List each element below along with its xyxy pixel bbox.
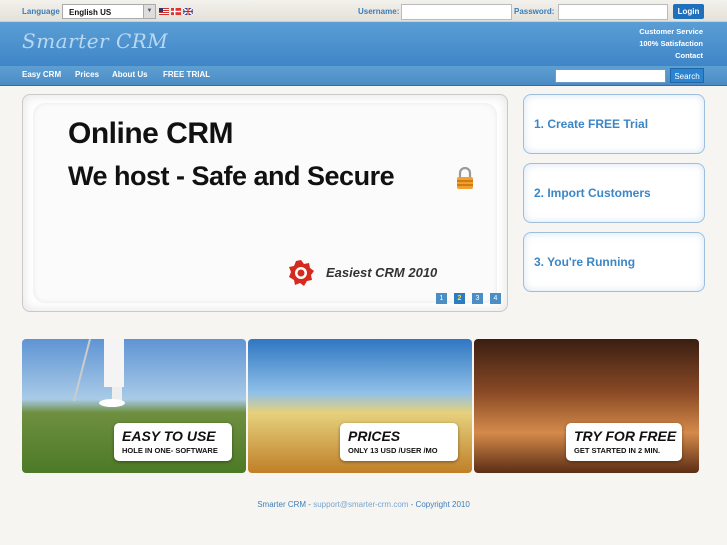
dk-flag-icon[interactable]: [171, 8, 181, 15]
lock-icon: [457, 167, 473, 189]
hero-subheadline: We host - Safe and Secure: [68, 161, 395, 191]
nav-item-about-us[interactable]: About Us: [112, 70, 148, 79]
panel-easy-to-use[interactable]: EASY TO USE HOLE IN ONE- SOFTWARE: [22, 339, 246, 473]
award-badge-icon: [289, 260, 314, 286]
hero-tagline: Easiest CRM 2010: [326, 265, 438, 280]
panel-subtitle: GET STARTED IN 2 MIN.: [574, 446, 661, 455]
hero-slider[interactable]: Online CRM We host - Safe and Secure Eas…: [22, 94, 508, 312]
contact-link[interactable]: Contact: [639, 50, 703, 62]
panel-title: PRICES: [348, 428, 401, 444]
site-footer: Smarter CRM - support@smarter-crm.com - …: [0, 500, 727, 509]
footer-brand: Smarter CRM: [257, 500, 307, 509]
step-running[interactable]: 3. You're Running: [523, 232, 705, 292]
panel-card: TRY FOR FREE GET STARTED IN 2 MIN.: [566, 423, 682, 461]
step-create-trial[interactable]: 1. Create FREE Trial: [523, 94, 705, 154]
golfer-illustration: [73, 339, 125, 407]
hero-headline: Online CRM: [68, 117, 234, 150]
nav-item-free-trial[interactable]: FREE TRIAL: [163, 70, 210, 79]
username-input[interactable]: [401, 4, 512, 20]
slider-page-4[interactable]: 4: [490, 293, 501, 304]
panel-title: EASY TO USE: [122, 428, 216, 444]
slider-page-1[interactable]: 1: [436, 293, 447, 304]
panel-card: PRICES ONLY 13 USD /USER /MO: [340, 423, 458, 461]
search-input[interactable]: [555, 69, 666, 83]
panel-subtitle: HOLE IN ONE- SOFTWARE: [122, 446, 218, 455]
slider-page-3[interactable]: 3: [472, 293, 483, 304]
language-value: English US: [69, 8, 112, 17]
uk-flag-icon[interactable]: [183, 8, 193, 15]
search-button[interactable]: Search: [670, 68, 704, 83]
step-label: 1. Create FREE Trial: [534, 117, 649, 131]
customer-service-link[interactable]: Customer Service: [639, 26, 703, 38]
language-label: Language: [22, 7, 60, 16]
footer-email-link[interactable]: support@smarter-crm.com: [313, 500, 408, 509]
chevron-down-icon[interactable]: ▼: [143, 5, 155, 18]
language-select[interactable]: English US ▼: [62, 4, 156, 19]
step-import-customers[interactable]: 2. Import Customers: [523, 163, 705, 223]
us-flag-icon[interactable]: [159, 8, 169, 15]
site-logo[interactable]: Smarter CRM: [22, 29, 168, 53]
panel-title: TRY FOR FREE: [574, 428, 677, 444]
nav-item-prices[interactable]: Prices: [75, 70, 99, 79]
slider-page-2[interactable]: 2: [454, 293, 465, 304]
panel-subtitle: ONLY 13 USD /USER /MO: [348, 446, 438, 455]
step-label: 3. You're Running: [534, 255, 636, 269]
step-label: 2. Import Customers: [534, 186, 651, 200]
nav-item-easy-crm[interactable]: Easy CRM: [22, 70, 61, 79]
footer-separator: -: [408, 500, 416, 509]
panel-card: EASY TO USE HOLE IN ONE- SOFTWARE: [114, 423, 232, 461]
login-button[interactable]: Login: [673, 4, 704, 19]
password-input[interactable]: [558, 4, 668, 20]
username-label: Username:: [358, 7, 400, 16]
satisfaction-link[interactable]: 100% Satisfaction: [639, 38, 703, 50]
password-label: Password:: [514, 7, 555, 16]
header-links: Customer Service 100% Satisfaction Conta…: [639, 26, 703, 62]
footer-copyright: Copyright 2010: [415, 500, 470, 509]
panel-try-for-free[interactable]: TRY FOR FREE GET STARTED IN 2 MIN.: [474, 339, 699, 473]
panel-prices[interactable]: PRICES ONLY 13 USD /USER /MO: [248, 339, 472, 473]
top-bar: Language English US ▼ Username: Password…: [0, 0, 727, 22]
